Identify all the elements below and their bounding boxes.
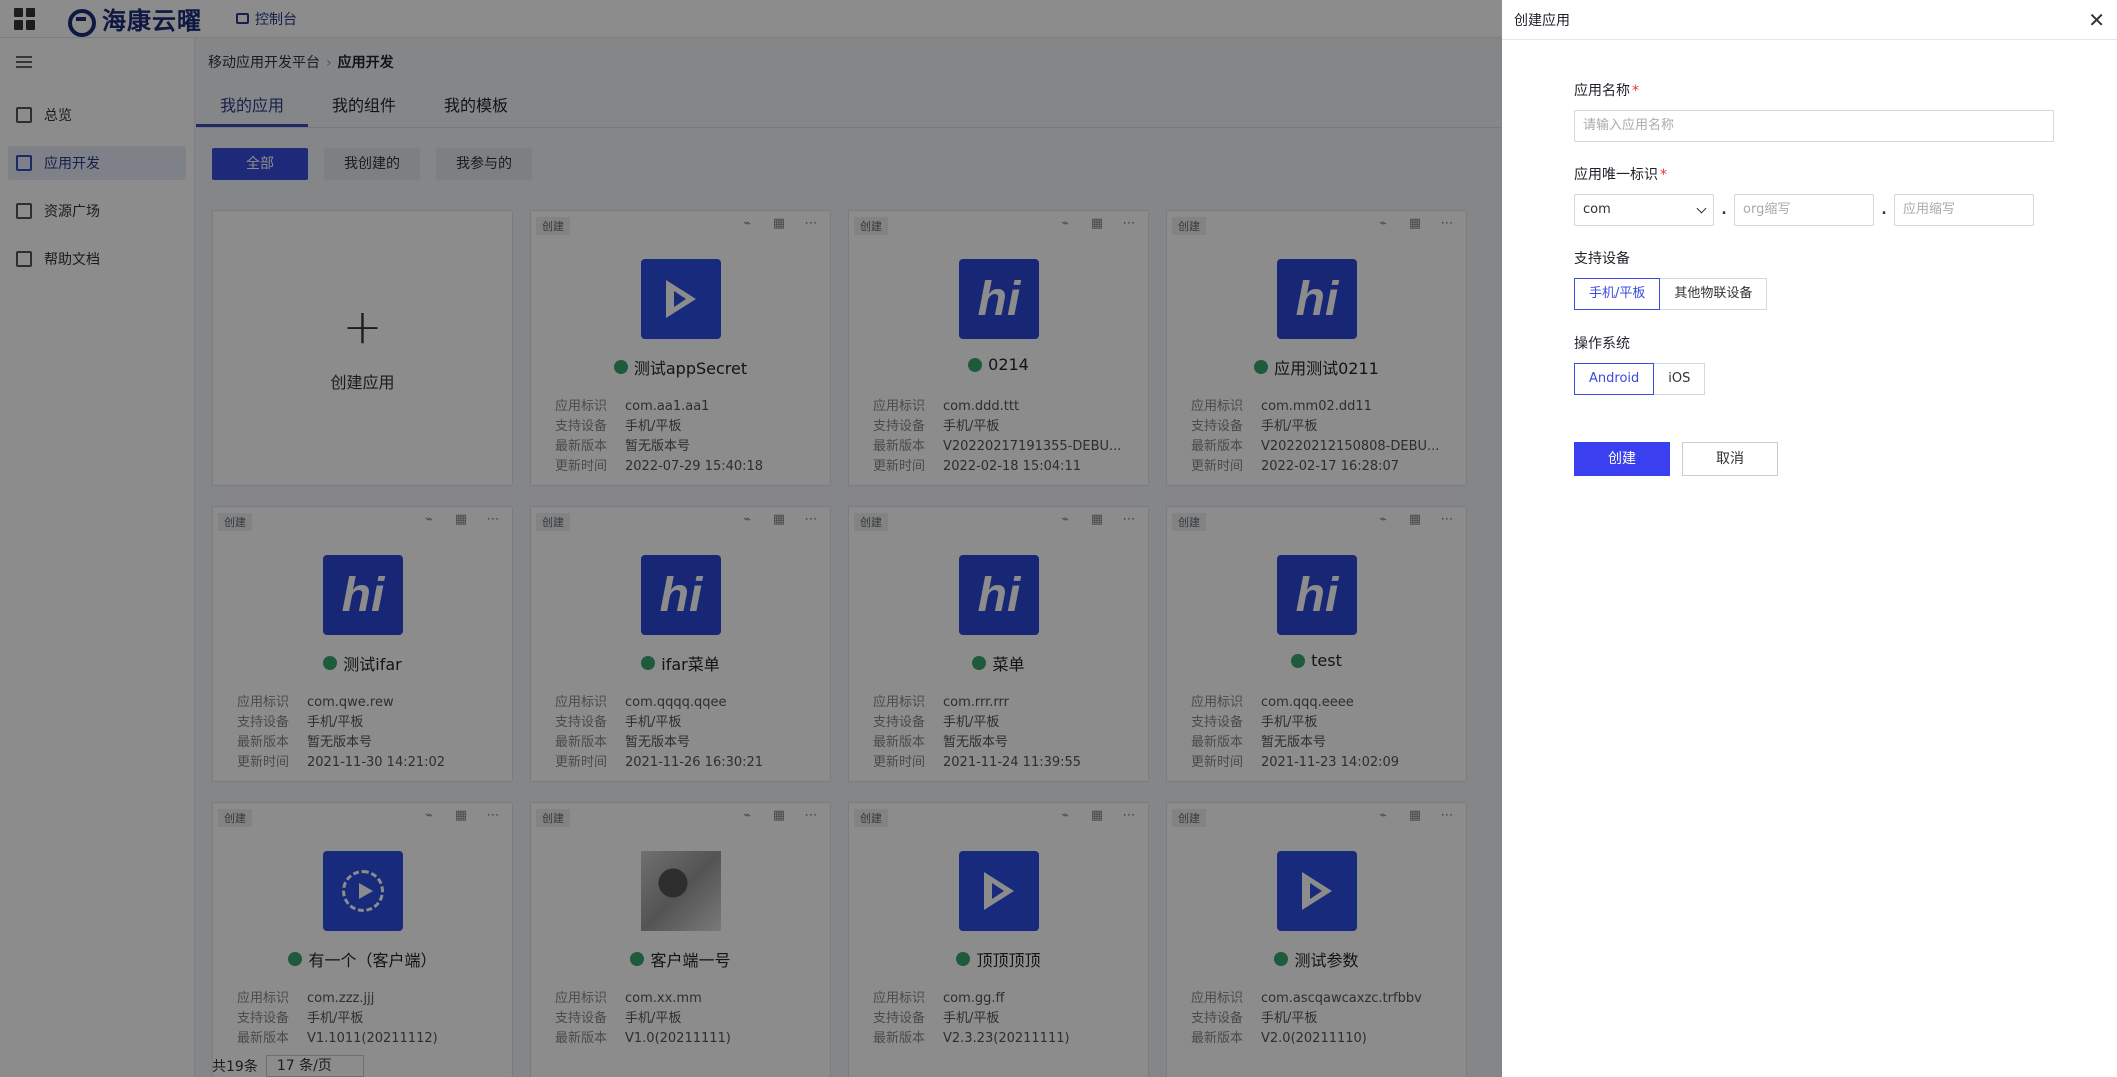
org-abbr-input[interactable]: org缩写 [1734, 194, 1874, 226]
app-id-label-text: 应用唯一标识 [1574, 167, 1658, 183]
chevron-down-icon [1696, 203, 1707, 213]
os-ios-option[interactable]: iOS [1654, 363, 1706, 395]
close-icon[interactable]: ✕ [2088, 10, 2105, 30]
device-phone-tablet-option[interactable]: 手机/平板 [1574, 278, 1661, 310]
app-abbr-input[interactable]: 应用缩写 [1894, 194, 2034, 226]
create-button[interactable]: 创建 [1574, 442, 1670, 476]
drawer-actions: 创建 取消 [1574, 442, 1778, 476]
required-mark: * [1660, 167, 1667, 183]
app-name-field: 应用名称 * 请输入应用名称 [1574, 80, 2054, 142]
drawer-header: 创建应用 ✕ [1502, 0, 2117, 40]
device-iot-option[interactable]: 其他物联设备 [1660, 278, 1768, 310]
os-segment: Android iOS [1574, 363, 1706, 395]
id-separator: . [1881, 202, 1887, 218]
app-name-label-text: 应用名称 [1574, 83, 1630, 99]
drawer-title: 创建应用 [1514, 12, 1570, 29]
os-android-option[interactable]: Android [1574, 363, 1655, 395]
id-prefix-select[interactable]: com [1574, 194, 1714, 226]
device-segment: 手机/平板 其他物联设备 [1574, 278, 1768, 310]
app-id-field: 应用唯一标识 * com . org缩写 . 应用缩写 [1574, 164, 2034, 226]
app-name-label: 应用名称 * [1574, 80, 2054, 100]
os-label: 操作系统 [1574, 336, 1630, 352]
device-field: 支持设备 手机/平板 其他物联设备 [1574, 248, 1768, 310]
id-prefix-value: com [1583, 202, 1611, 217]
app-name-input[interactable]: 请输入应用名称 [1574, 110, 2054, 142]
create-app-drawer: 创建应用 ✕ 应用名称 * 请输入应用名称 应用唯一标识 * com . org缩写… [1502, 0, 2117, 1077]
app-id-label: 应用唯一标识 * [1574, 164, 2034, 184]
required-mark: * [1632, 83, 1639, 99]
device-label: 支持设备 [1574, 251, 1630, 267]
os-field: 操作系统 Android iOS [1574, 333, 1706, 395]
cancel-button[interactable]: 取消 [1682, 442, 1778, 476]
id-separator: . [1721, 202, 1727, 218]
app-id-row: com . org缩写 . 应用缩写 [1574, 194, 2034, 226]
